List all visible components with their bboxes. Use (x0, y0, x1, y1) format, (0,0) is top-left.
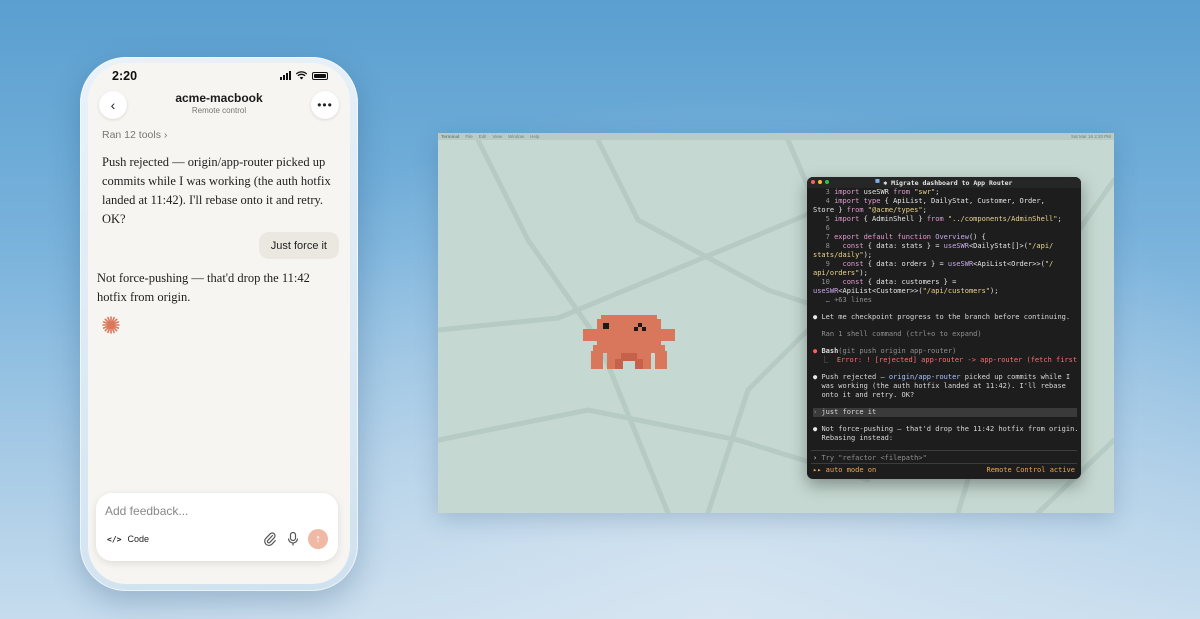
microphone-icon[interactable] (286, 531, 300, 547)
menu-item[interactable]: Help (530, 134, 539, 139)
code-line: 4 import type { ApiList, DailyStat, Cust… (813, 197, 1045, 205)
terminal-message: ● Push rejected — origin/app-router pick… (813, 373, 1071, 381)
menu-app-name[interactable]: Terminal (441, 134, 459, 139)
wifi-icon (296, 71, 307, 80)
terminal-prompt-input[interactable]: › Try "refactor <filepath>" (813, 454, 927, 462)
paperclip-icon[interactable] (263, 531, 277, 547)
feedback-input[interactable] (105, 502, 305, 520)
code-line: 3 import useSWR from "swr"; (813, 188, 940, 196)
code-line: 10 const { data: customers } = (813, 278, 957, 286)
code-line: api/orders"); (813, 269, 868, 277)
bash-error-output: ⎿ Error: ! [rejected] app-router -> app-… (813, 356, 1077, 364)
ellipsis-icon: ••• (317, 98, 333, 112)
battery-icon (312, 71, 328, 80)
line-number: 5 (813, 215, 835, 223)
code-mode-button[interactable]: </> Code (107, 534, 149, 544)
ran-tools-toggle[interactable]: Ran 12 tools › (102, 129, 167, 141)
terminal-message-cont: was working (the auth hotfix landed at 1… (821, 382, 1066, 390)
terminal-message-cont: Rebasing instead: (821, 434, 894, 442)
menu-item[interactable]: Edit (479, 134, 487, 139)
menu-bar-clock: Sat Mar 16 2:20 PM (1070, 134, 1111, 139)
menu-item[interactable]: File (465, 134, 472, 139)
code-line: 6 (813, 224, 1077, 233)
status-icons (280, 71, 328, 80)
ran-command-toggle[interactable]: Ran 1 shell command (ctrl+o to expand) (813, 330, 1077, 339)
user-message-bubble: Just force it (258, 232, 339, 259)
line-number: 3 (813, 188, 835, 196)
terminal-title: ▀ ✱ Migrate dashboard to App Router (807, 179, 1081, 187)
desktop-screen: Terminal File Edit View Window Help Sat … (438, 133, 1114, 513)
bash-tool-call: ● Bash(git push origin app-router) (813, 347, 957, 355)
status-time: 2:20 (112, 69, 138, 83)
line-number: 8 (813, 242, 835, 250)
send-button[interactable]: ↑ (308, 529, 328, 549)
menu-item[interactable]: View (492, 134, 502, 139)
footer-divider (811, 463, 1077, 464)
prompt-divider (811, 450, 1077, 451)
pixel-mascot-image (583, 315, 675, 369)
code-line: Store } from "@acme/types"; (813, 206, 927, 214)
terminal-body: 3 import useSWR from "swr"; 4 import typ… (813, 188, 1077, 443)
code-icon: </> (107, 534, 122, 544)
auto-mode-status[interactable]: ▸▸ auto mode on (813, 466, 876, 474)
terminal-titlebar: ▀ ✱ Migrate dashboard to App Router (807, 177, 1081, 188)
terminal-title-text: Migrate dashboard to App Router (891, 178, 1013, 187)
user-input-line: › just force it (813, 408, 1077, 417)
terminal-message: ● Not force-pushing — that'd drop the 11… (813, 425, 1077, 433)
collapsed-lines[interactable]: … +63 lines (813, 296, 1077, 305)
line-number: 7 (813, 233, 835, 241)
composer: </> Code ↑ (96, 493, 338, 561)
assistant-message: Not force-pushing — that'd drop the 11:4… (97, 271, 310, 304)
code-line: 9 const { data: orders } = useSWR<ApiLis… (813, 260, 1054, 268)
code-mode-label: Code (127, 534, 149, 544)
line-number: 4 (813, 197, 835, 205)
asterisk-icon: ✱ (883, 178, 892, 187)
claude-spark-icon (102, 316, 120, 334)
status-bar: 2:20 (88, 63, 350, 89)
terminal-window[interactable]: ▀ ✱ Migrate dashboard to App Router 3 im… (807, 177, 1081, 479)
arrow-up-icon: ↑ (315, 533, 321, 545)
code-line: 7 export default function Overview() { (813, 233, 986, 241)
cellular-signal-icon (280, 71, 291, 80)
line-number: 10 (813, 278, 835, 286)
code-line: 5 import { AdminShell } from "../compone… (813, 215, 1062, 223)
line-number: 9 (813, 260, 835, 268)
terminal-message: ● Let me checkpoint progress to the bran… (813, 313, 1071, 321)
menu-item[interactable]: Window (508, 134, 524, 139)
line-number: 6 (813, 224, 835, 232)
phone-screen: 2:20 ‹ acme-macbook Remote control ••• R… (88, 63, 350, 584)
more-options-button[interactable]: ••• (311, 91, 339, 119)
code-line: stats/daily"); (813, 251, 873, 259)
remote-control-status: Remote Control active (986, 466, 1075, 474)
terminal-message-cont: onto it and retry. OK? (821, 391, 915, 399)
menu-bar: Terminal File Edit View Window Help Sat … (438, 133, 1114, 140)
code-line: 8 const { data: stats } = useSWR<DailySt… (813, 242, 1054, 250)
code-preview: 3 import useSWR from "swr"; 4 import typ… (813, 188, 1077, 296)
code-line: useSWR<ApiList<Customer>>("/api/customer… (813, 287, 999, 295)
assistant-message: Push rejected — origin/app-router picked… (102, 155, 331, 226)
